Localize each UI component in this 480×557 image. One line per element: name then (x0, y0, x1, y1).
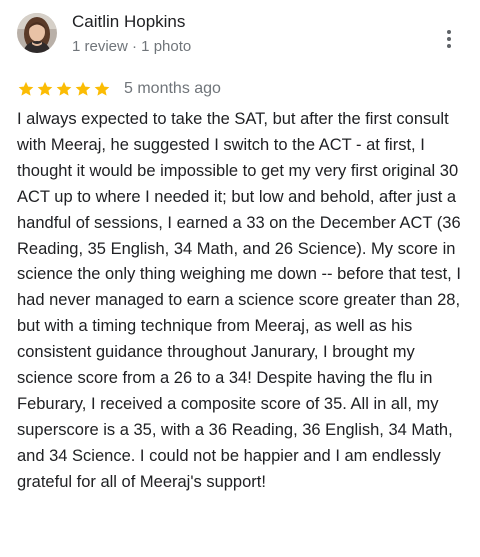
more-options-button[interactable] (437, 25, 461, 53)
star-icon (75, 81, 91, 96)
reviewer-meta: 1 review · 1 photo (72, 38, 192, 55)
review-card: Caitlin Hopkins 1 review · 1 photo 5 mon… (0, 0, 480, 557)
star-icon (37, 81, 53, 96)
star-icon (94, 81, 110, 96)
review-text: I always expected to take the SAT, but a… (17, 110, 461, 491)
reviewer-name[interactable]: Caitlin Hopkins (72, 11, 185, 33)
star-rating (17, 80, 111, 98)
review-date: 5 months ago (124, 80, 221, 97)
star-icon (18, 81, 34, 96)
star-icon (56, 81, 72, 96)
more-vert-icon-dot (447, 37, 451, 41)
more-vert-icon-dot (447, 44, 451, 48)
more-vert-icon (447, 30, 451, 34)
avatar[interactable] (17, 13, 57, 53)
avatar-photo (17, 13, 57, 53)
rating-row: 5 months ago (17, 79, 221, 99)
